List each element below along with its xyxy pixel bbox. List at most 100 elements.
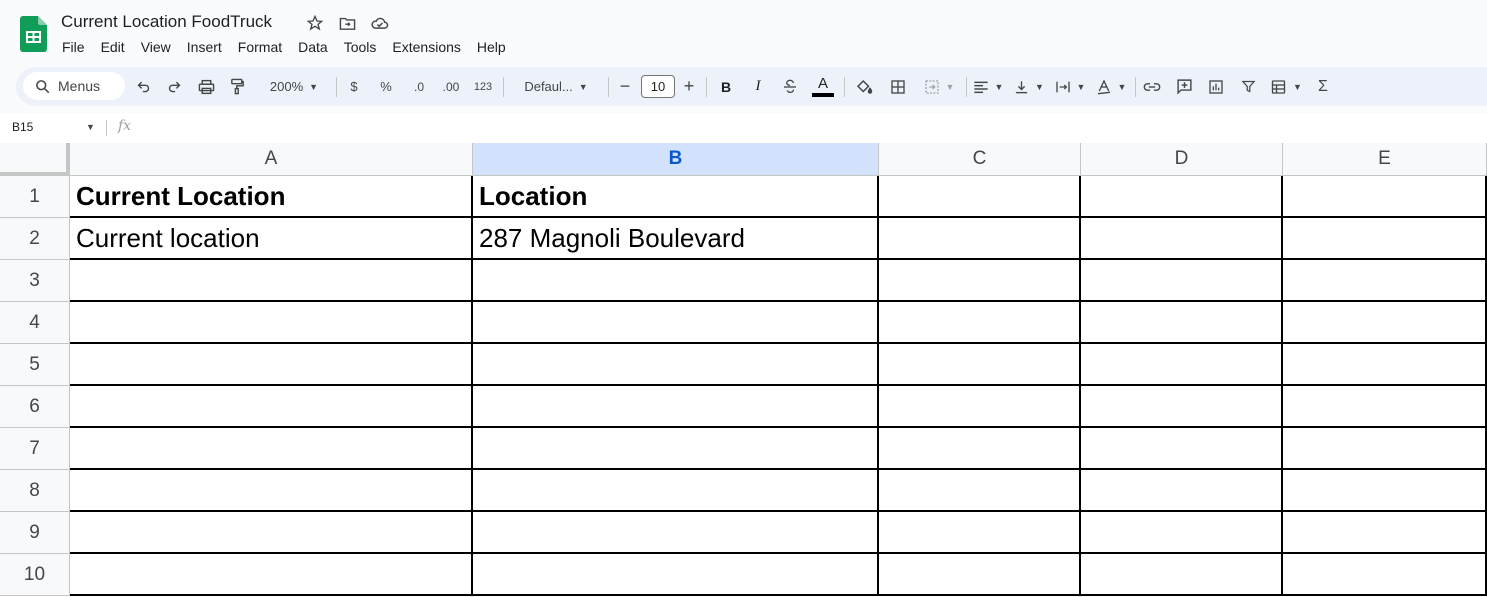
cell-a7[interactable]: [70, 428, 473, 470]
fill-color-button[interactable]: [852, 67, 876, 106]
row-header-6[interactable]: 6: [0, 386, 70, 428]
undo-button[interactable]: [133, 67, 153, 106]
cell-b2[interactable]: 287 Magnoli Boulevard: [473, 218, 879, 260]
sheets-logo-icon[interactable]: [20, 16, 47, 52]
create-filter-button[interactable]: [1238, 67, 1258, 106]
number-format-button[interactable]: 123: [471, 67, 495, 106]
cell-d6[interactable]: [1081, 386, 1283, 428]
menu-file[interactable]: File: [54, 38, 93, 56]
font-family-select[interactable]: Defaul... ▼: [512, 67, 600, 106]
menu-insert[interactable]: Insert: [179, 38, 230, 56]
italic-button[interactable]: I: [748, 67, 768, 106]
row-header-2[interactable]: 2: [0, 218, 70, 260]
borders-button[interactable]: [888, 67, 908, 106]
text-color-button[interactable]: A: [811, 67, 835, 106]
cell-c2[interactable]: [879, 218, 1081, 260]
cell-b9[interactable]: [473, 512, 879, 554]
move-folder-icon[interactable]: [337, 13, 357, 33]
cell-a10[interactable]: [70, 554, 473, 596]
menu-edit[interactable]: Edit: [93, 38, 133, 56]
cell-a4[interactable]: [70, 302, 473, 344]
select-all-corner[interactable]: [0, 143, 70, 176]
cell-e10[interactable]: [1283, 554, 1487, 596]
search-menus-button[interactable]: Menus: [23, 72, 125, 100]
cell-c9[interactable]: [879, 512, 1081, 554]
cell-b5[interactable]: [473, 344, 879, 386]
cell-d8[interactable]: [1081, 470, 1283, 512]
functions-button[interactable]: Σ: [1313, 67, 1333, 106]
cell-e3[interactable]: [1283, 260, 1487, 302]
vertical-align-button[interactable]: ▼: [1012, 67, 1046, 106]
cell-d2[interactable]: [1081, 218, 1283, 260]
row-header-3[interactable]: 3: [0, 260, 70, 302]
cell-a1[interactable]: Current Location: [70, 176, 473, 218]
cell-b3[interactable]: [473, 260, 879, 302]
cell-a2[interactable]: Current location: [70, 218, 473, 260]
text-rotation-button[interactable]: ▼: [1094, 67, 1128, 106]
bold-button[interactable]: B: [716, 67, 736, 106]
decrease-decimal-button[interactable]: .0: [407, 67, 431, 106]
name-box-caret-icon[interactable]: ▼: [86, 122, 95, 132]
cell-d9[interactable]: [1081, 512, 1283, 554]
strikethrough-button[interactable]: [780, 67, 800, 106]
cell-c4[interactable]: [879, 302, 1081, 344]
menu-extensions[interactable]: Extensions: [384, 38, 468, 56]
cell-a8[interactable]: [70, 470, 473, 512]
row-header-5[interactable]: 5: [0, 344, 70, 386]
row-header-4[interactable]: 4: [0, 302, 70, 344]
cell-c1[interactable]: [879, 176, 1081, 218]
redo-button[interactable]: [164, 67, 184, 106]
menu-view[interactable]: View: [133, 38, 179, 56]
cell-d7[interactable]: [1081, 428, 1283, 470]
cell-e9[interactable]: [1283, 512, 1487, 554]
currency-format-button[interactable]: $: [344, 67, 364, 106]
row-header-7[interactable]: 7: [0, 428, 70, 470]
print-button[interactable]: [196, 67, 216, 106]
cell-d1[interactable]: [1081, 176, 1283, 218]
cell-e5[interactable]: [1283, 344, 1487, 386]
menu-help[interactable]: Help: [469, 38, 514, 56]
increase-decimal-button[interactable]: .00: [437, 67, 465, 106]
cell-e2[interactable]: [1283, 218, 1487, 260]
cell-e4[interactable]: [1283, 302, 1487, 344]
cell-a3[interactable]: [70, 260, 473, 302]
decrease-font-size-button[interactable]: −: [616, 67, 634, 106]
horizontal-align-button[interactable]: ▼: [971, 67, 1005, 106]
cell-b4[interactable]: [473, 302, 879, 344]
column-header-d[interactable]: D: [1081, 143, 1283, 176]
text-wrapping-button[interactable]: ▼: [1053, 67, 1087, 106]
cell-c6[interactable]: [879, 386, 1081, 428]
document-title[interactable]: Current Location FoodTruck: [61, 12, 272, 32]
row-header-8[interactable]: 8: [0, 470, 70, 512]
cell-b6[interactable]: [473, 386, 879, 428]
font-size-input[interactable]: 10: [641, 75, 675, 98]
paint-format-button[interactable]: [227, 67, 247, 106]
name-box[interactable]: B15: [12, 120, 33, 134]
column-header-e[interactable]: E: [1283, 143, 1487, 176]
cell-c3[interactable]: [879, 260, 1081, 302]
cell-a6[interactable]: [70, 386, 473, 428]
cell-d5[interactable]: [1081, 344, 1283, 386]
increase-font-size-button[interactable]: +: [680, 67, 698, 106]
column-header-b[interactable]: B: [473, 143, 879, 176]
row-header-10[interactable]: 10: [0, 554, 70, 596]
cell-c8[interactable]: [879, 470, 1081, 512]
cell-e8[interactable]: [1283, 470, 1487, 512]
cell-c10[interactable]: [879, 554, 1081, 596]
cell-e7[interactable]: [1283, 428, 1487, 470]
table-views-button[interactable]: ▼: [1268, 67, 1304, 106]
merge-cells-button[interactable]: ▼: [919, 67, 959, 106]
insert-comment-button[interactable]: [1174, 67, 1194, 106]
cell-a5[interactable]: [70, 344, 473, 386]
column-header-a[interactable]: A: [70, 143, 473, 176]
column-header-c[interactable]: C: [879, 143, 1081, 176]
menu-data[interactable]: Data: [290, 38, 336, 56]
insert-link-button[interactable]: [1142, 67, 1162, 106]
cell-d4[interactable]: [1081, 302, 1283, 344]
row-header-9[interactable]: 9: [0, 512, 70, 554]
cell-e6[interactable]: [1283, 386, 1487, 428]
cloud-status-icon[interactable]: [369, 13, 389, 33]
cell-d10[interactable]: [1081, 554, 1283, 596]
cell-c5[interactable]: [879, 344, 1081, 386]
cell-b7[interactable]: [473, 428, 879, 470]
